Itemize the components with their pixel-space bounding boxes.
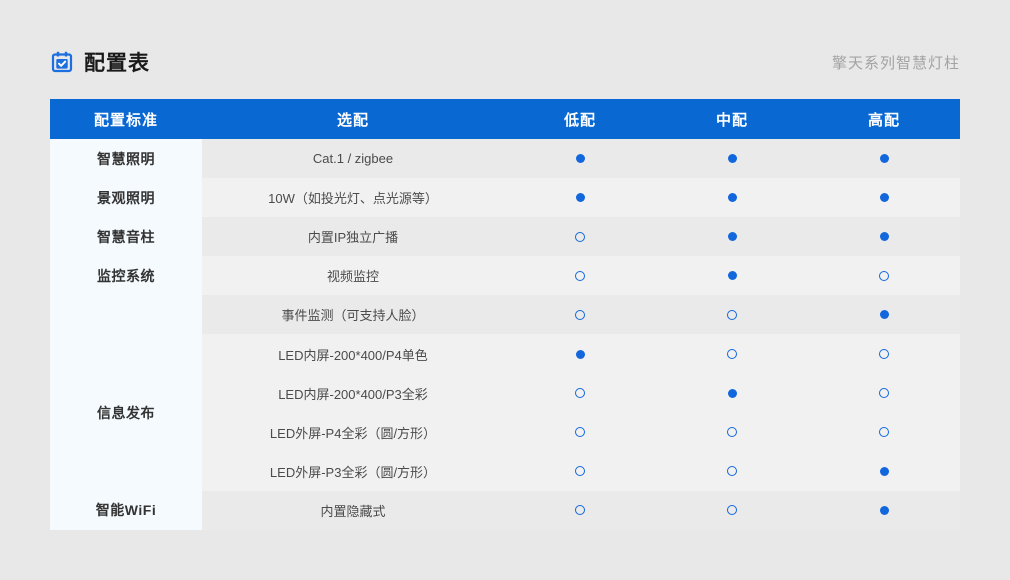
high-config-cell xyxy=(808,334,960,373)
category-cell: 信息发布 xyxy=(50,334,202,490)
option-cell: 内置IP独立广播 xyxy=(202,217,504,256)
filled-dot-icon xyxy=(576,154,585,163)
filled-dot-icon xyxy=(880,154,889,163)
mid-config-cell xyxy=(656,217,808,256)
low-config-cell xyxy=(504,491,656,530)
high-config-cell xyxy=(808,374,960,413)
option-cell: Cat.1 / zigbee xyxy=(202,139,504,178)
filled-dot-icon xyxy=(880,193,889,202)
low-config-cell xyxy=(504,139,656,178)
hollow-dot-icon xyxy=(727,310,737,320)
category-cell xyxy=(50,295,202,334)
header-optional: 选配 xyxy=(202,99,504,139)
hollow-dot-icon xyxy=(727,466,737,476)
hollow-dot-icon xyxy=(879,271,889,281)
hollow-dot-icon xyxy=(727,505,737,515)
option-cell: LED外屏-P3全彩（圆/方形） xyxy=(202,452,504,491)
filled-dot-icon xyxy=(576,193,585,202)
hollow-dot-icon xyxy=(575,310,585,320)
filled-dot-icon xyxy=(880,310,889,319)
hollow-dot-icon xyxy=(879,349,889,359)
high-config-cell xyxy=(808,491,960,530)
filled-dot-icon xyxy=(880,506,889,515)
category-cell: 景观照明 xyxy=(50,178,202,217)
option-cell: LED内屏-200*400/P3全彩 xyxy=(202,374,504,413)
low-config-cell xyxy=(504,178,656,217)
filled-dot-icon xyxy=(576,350,585,359)
option-cell: LED外屏-P4全彩（圆/方形） xyxy=(202,413,504,452)
category-cell: 智慧照明 xyxy=(50,139,202,178)
hollow-dot-icon xyxy=(575,427,585,437)
mid-config-cell xyxy=(656,334,808,373)
filled-dot-icon xyxy=(728,271,737,280)
hollow-dot-icon xyxy=(575,505,585,515)
calendar-check-icon xyxy=(50,50,74,74)
option-cell: LED内屏-200*400/P4单色 xyxy=(202,334,504,373)
high-config-cell xyxy=(808,413,960,452)
mid-config-cell xyxy=(656,452,808,491)
table-body: 智慧照明景观照明智慧音柱监控系统信息发布智能WiFi Cat.1 / zigbee… xyxy=(50,139,960,530)
filled-dot-icon xyxy=(880,467,889,476)
hollow-dot-icon xyxy=(575,466,585,476)
header-low-config: 低配 xyxy=(504,99,656,139)
high-config-cell xyxy=(808,217,960,256)
low-config-cell xyxy=(504,452,656,491)
mid-config-cell xyxy=(656,295,808,334)
low-config-cell xyxy=(504,413,656,452)
hollow-dot-icon xyxy=(575,271,585,281)
mid-config-cell xyxy=(656,413,808,452)
hollow-dot-icon xyxy=(879,388,889,398)
config-table: 配置标准 选配 低配 中配 高配 智慧照明景观照明智慧音柱监控系统信息发布智能W… xyxy=(50,99,960,530)
header-config-standard: 配置标准 xyxy=(50,99,202,139)
filled-dot-icon xyxy=(728,232,737,241)
hollow-dot-icon xyxy=(727,349,737,359)
mid-config-cell xyxy=(656,178,808,217)
category-cell: 智慧音柱 xyxy=(50,217,202,256)
option-cell: 内置隐藏式 xyxy=(202,491,504,530)
page-title: 配置表 xyxy=(84,47,150,77)
mid-config-cell xyxy=(656,139,808,178)
filled-dot-icon xyxy=(728,389,737,398)
category-cell: 智能WiFi xyxy=(50,491,202,530)
mid-config-cell xyxy=(656,256,808,295)
high-config-cell xyxy=(808,295,960,334)
header-mid-config: 中配 xyxy=(656,99,808,139)
filled-dot-icon xyxy=(728,154,737,163)
hollow-dot-icon xyxy=(575,232,585,242)
hollow-dot-icon xyxy=(727,427,737,437)
option-cell: 视频监控 xyxy=(202,256,504,295)
low-config-cell xyxy=(504,256,656,295)
header-high-config: 高配 xyxy=(808,99,960,139)
option-cell: 10W（如投光灯、点光源等） xyxy=(202,178,504,217)
title-bar: 配置表 擎天系列智慧灯柱 xyxy=(50,44,960,80)
high-config-cell xyxy=(808,256,960,295)
hollow-dot-icon xyxy=(575,388,585,398)
low-config-cell xyxy=(504,374,656,413)
mid-config-cell xyxy=(656,491,808,530)
filled-dot-icon xyxy=(728,193,737,202)
high-config-cell xyxy=(808,139,960,178)
high-config-cell xyxy=(808,178,960,217)
high-config-cell xyxy=(808,452,960,491)
filled-dot-icon xyxy=(880,232,889,241)
low-config-cell xyxy=(504,295,656,334)
mid-config-cell xyxy=(656,374,808,413)
category-cell: 监控系统 xyxy=(50,256,202,295)
hollow-dot-icon xyxy=(879,427,889,437)
low-config-cell xyxy=(504,217,656,256)
low-config-cell xyxy=(504,334,656,373)
table-header-row: 配置标准 选配 低配 中配 高配 xyxy=(50,99,960,139)
series-subtitle: 擎天系列智慧灯柱 xyxy=(832,52,960,73)
option-cell: 事件监测（可支持人脸） xyxy=(202,295,504,334)
